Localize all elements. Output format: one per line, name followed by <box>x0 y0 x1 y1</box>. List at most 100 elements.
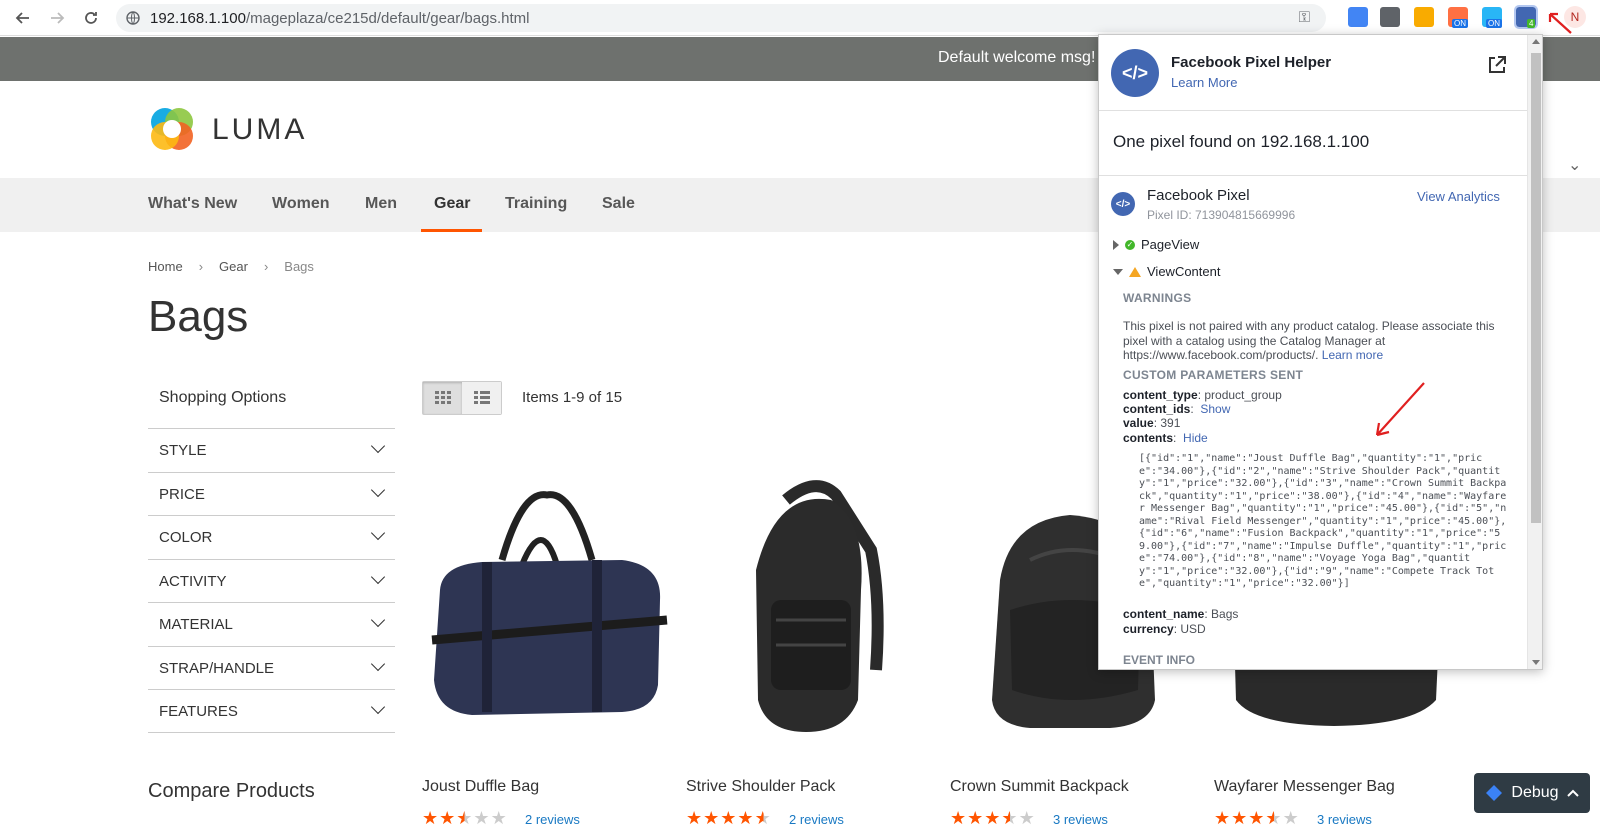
param-key: contents <box>1123 431 1174 445</box>
view-analytics-link[interactable]: View Analytics <box>1417 189 1500 204</box>
filter-color[interactable]: COLOR <box>148 515 395 559</box>
filter-price[interactable]: PRICE <box>148 471 395 516</box>
breadcrumb-gear[interactable]: Gear <box>219 259 248 274</box>
rating-stars: ★★★★★ <box>422 808 508 829</box>
star-filled-icon: ★ <box>686 808 704 828</box>
filter-label: MATERIAL <box>159 616 233 633</box>
product-name-crown-summit-backpack[interactable]: Crown Summit Backpack <box>950 778 1129 796</box>
ext-on-badge: ON <box>1452 19 1468 28</box>
filter-features[interactable]: FEATURES <box>148 689 395 733</box>
star-filled-icon: ★ <box>1214 808 1232 828</box>
reviews-link[interactable]: 2 reviews <box>525 812 580 827</box>
star-filled-icon: ★ <box>439 808 457 828</box>
avatar[interactable]: N <box>1564 6 1586 28</box>
reviews-link[interactable]: 3 reviews <box>1317 812 1372 827</box>
param-content-name: content_name: Bags <box>1123 607 1239 621</box>
param-key: content_name <box>1123 607 1205 621</box>
on-extension-icon[interactable]: ON <box>1448 7 1468 28</box>
filter-label: PRICE <box>159 485 205 503</box>
param-key: content_ids <box>1123 402 1191 416</box>
filter-list: STYLE PRICE COLOR ACTIVITY MATERIAL STRA… <box>148 428 395 733</box>
warning-body: This pixel is not paired with any produc… <box>1123 319 1495 362</box>
warning-text: This pixel is not paired with any produc… <box>1123 319 1513 363</box>
luma-logo-icon[interactable] <box>148 105 196 153</box>
logo-text[interactable]: LUMA <box>212 113 307 147</box>
chevron-down-icon <box>370 482 386 497</box>
popup-scrollbar[interactable] <box>1527 35 1542 669</box>
pixel-helper-extension-icon[interactable]: 4 <box>1514 5 1538 29</box>
warning-icon <box>1129 266 1141 277</box>
external-link-icon[interactable] <box>1487 55 1507 75</box>
debug-label: Debug <box>1511 784 1559 801</box>
product-image-strive-shoulder-pack[interactable] <box>686 470 934 738</box>
grid-icon <box>434 391 451 404</box>
scroll-up-icon[interactable] <box>1532 39 1540 44</box>
divider <box>1099 175 1527 176</box>
star-empty-icon: ★ <box>1018 808 1036 828</box>
star-filled-icon: ★ <box>703 808 721 828</box>
event-viewcontent[interactable]: ViewContent <box>1113 264 1220 279</box>
nav-item-sale[interactable]: Sale <box>602 195 635 213</box>
product-name-joust-duffle-bag[interactable]: Joust Duffle Bag <box>422 778 539 796</box>
chevron-down-icon <box>370 699 386 715</box>
product-name-wayfarer-messenger-bag[interactable]: Wayfarer Messenger Bag <box>1214 778 1395 796</box>
breadcrumb-home[interactable]: Home <box>148 259 183 274</box>
filter-label: STRAP/HANDLE <box>159 659 275 677</box>
event-pageview[interactable]: ✓ PageView <box>1113 237 1199 252</box>
pixel-code-icon: </> <box>1111 192 1135 216</box>
translate-extension-icon[interactable] <box>1348 7 1368 27</box>
list-view-button[interactable] <box>462 382 501 414</box>
reload-button[interactable] <box>74 3 108 33</box>
filter-style[interactable]: STYLE <box>148 428 395 472</box>
active-nav-indicator <box>421 229 482 232</box>
reviews-link[interactable]: 3 reviews <box>1053 812 1108 827</box>
filter-activity[interactable]: ACTIVITY <box>148 558 395 603</box>
star-filled-icon: ★ <box>1231 808 1249 828</box>
filter-label: STYLE <box>159 442 207 459</box>
chevron-right-icon: › <box>198 259 204 274</box>
pixels-found-text: One pixel found on 192.168.1.100 <box>1113 132 1370 151</box>
scrollbar-thumb[interactable] <box>1531 53 1541 523</box>
param-content-type: content_type: product_group <box>1123 388 1282 402</box>
nav-item-men[interactable]: Men <box>365 195 397 213</box>
key-icon[interactable]: ⚿ <box>1299 9 1310 26</box>
on-extension-2-icon[interactable]: ON <box>1482 7 1502 28</box>
nav-item-women[interactable]: Women <box>272 195 329 213</box>
address-bar[interactable]: 192.168.1.100/mageplaza/ce215d/default/g… <box>116 4 1326 32</box>
bag-extension-icon[interactable] <box>1380 7 1400 27</box>
filter-strap-handle[interactable]: STRAP/HANDLE <box>148 645 395 690</box>
rating-stars: ★★★★★ <box>686 808 772 829</box>
filter-material[interactable]: MATERIAL <box>148 602 395 646</box>
product-image-joust-duffle-bag[interactable] <box>422 470 670 738</box>
double-chevron-down-icon[interactable]: ⌄ <box>1568 155 1581 175</box>
param-contents: contents: Hide <box>1123 431 1208 445</box>
custom-params-heading: CUSTOM PARAMETERS SENT <box>1123 368 1304 382</box>
breadcrumb-current: Bags <box>284 259 314 274</box>
event-label: PageView <box>1141 237 1200 252</box>
star-filled-icon: ★ <box>422 808 440 828</box>
warning-learn-more-link[interactable]: Learn more <box>1322 348 1383 362</box>
ext-count-badge: 4 <box>1527 19 1536 28</box>
check-circle-icon: ✓ <box>1125 239 1135 250</box>
show-link[interactable]: Show <box>1200 402 1230 416</box>
debug-button[interactable]: Debug <box>1474 773 1590 813</box>
hide-link[interactable]: Hide <box>1183 431 1208 445</box>
param-currency: currency: USD <box>1123 622 1206 636</box>
grid-view-button[interactable] <box>423 382 462 414</box>
param-value-text: 391 <box>1160 416 1181 430</box>
nav-item-whats-new[interactable]: What's New <box>148 195 237 213</box>
nav-item-gear[interactable]: Gear <box>434 195 470 213</box>
popup-learn-more-link[interactable]: Learn More <box>1171 75 1237 90</box>
back-button[interactable] <box>6 3 40 33</box>
page-title: Bags <box>148 292 249 341</box>
nav-item-training[interactable]: Training <box>505 195 567 213</box>
scroll-down-icon[interactable] <box>1532 660 1540 665</box>
view-mode-switcher <box>422 381 502 415</box>
note-extension-icon[interactable] <box>1414 7 1434 27</box>
welcome-message: Default welcome msg! <box>938 49 1096 66</box>
forward-button[interactable] <box>40 3 74 33</box>
reviews-link[interactable]: 2 reviews <box>789 812 844 827</box>
param-content-ids: content_ids: Show <box>1123 402 1231 416</box>
star-half-icon: ★ <box>456 808 474 828</box>
product-name-strive-shoulder-pack[interactable]: Strive Shoulder Pack <box>686 778 835 796</box>
